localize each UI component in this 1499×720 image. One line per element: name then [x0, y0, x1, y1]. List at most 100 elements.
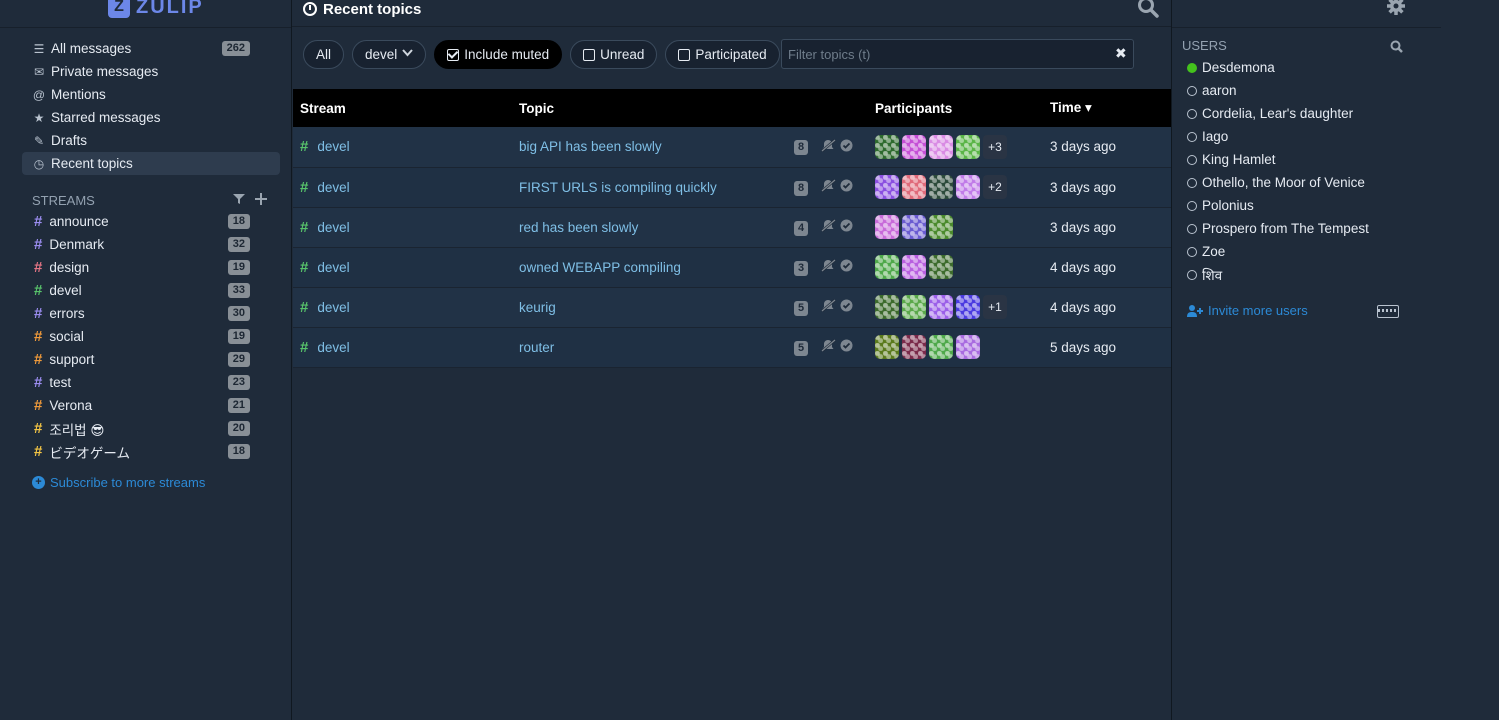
stream-link[interactable]: devel — [317, 260, 349, 275]
user-list-item[interactable]: aaron — [1187, 79, 1369, 102]
nav-item-drafts[interactable]: ✎ Drafts — [22, 129, 280, 152]
mute-topic-icon[interactable] — [821, 179, 836, 195]
stream-item[interactable]: # announce 18 — [22, 210, 280, 233]
user-list-item[interactable]: Iago — [1187, 125, 1369, 148]
participant-avatar[interactable] — [929, 215, 953, 239]
stream-item[interactable]: # devel 33 — [22, 279, 280, 302]
column-time[interactable]: Time ▾ — [1043, 89, 1171, 127]
participant-avatar[interactable] — [875, 255, 899, 279]
topic-link[interactable]: router — [512, 327, 787, 367]
user-list-item[interactable]: Othello, the Moor of Venice — [1187, 171, 1369, 194]
stream-cell[interactable]: # devel — [293, 287, 512, 327]
mark-read-icon[interactable] — [840, 179, 853, 195]
stream-item[interactable]: # design 19 — [22, 256, 280, 279]
mute-topic-icon[interactable] — [821, 299, 836, 315]
subscribe-more-streams-link[interactable]: + Subscribe to more streams — [32, 475, 205, 490]
user-search-icon[interactable] — [1390, 40, 1403, 53]
participant-avatar[interactable] — [902, 335, 926, 359]
participant-avatar[interactable] — [902, 215, 926, 239]
participant-avatar[interactable] — [956, 134, 980, 159]
gear-icon[interactable] — [1386, 0, 1406, 16]
nav-item-mentions[interactable]: @ Mentions — [22, 83, 280, 106]
stream-item[interactable]: # test 23 — [22, 371, 280, 394]
topic-link[interactable]: keurig — [512, 287, 787, 327]
nav-item-starred-messages[interactable]: ★ Starred messages — [22, 106, 280, 129]
user-list-item[interactable]: Polonius — [1187, 194, 1369, 217]
user-list-item[interactable]: शिव — [1187, 263, 1369, 286]
topic-link[interactable]: owned WEBAPP compiling — [512, 247, 787, 287]
stream-item[interactable]: # ビデオゲーム 18 — [22, 440, 280, 463]
stream-item[interactable]: # Verona 21 — [22, 394, 280, 417]
stream-cell[interactable]: # devel — [293, 327, 512, 367]
stream-link[interactable]: devel — [317, 300, 349, 315]
participant-avatar[interactable] — [956, 335, 980, 359]
clear-filter-icon[interactable]: ✖ — [1115, 45, 1127, 62]
stream-link[interactable]: devel — [317, 340, 349, 355]
stream-item[interactable]: # Denmark 32 — [22, 233, 280, 256]
stream-item[interactable]: # social 19 — [22, 325, 280, 348]
unread-toggle[interactable]: Unread — [570, 40, 658, 69]
stream-item[interactable]: # 조리법 😎 20 — [22, 417, 280, 440]
stream-filter-dropdown[interactable]: devel — [352, 40, 427, 69]
user-list-item[interactable]: Zoe — [1187, 240, 1369, 263]
participant-avatar[interactable] — [902, 134, 926, 159]
add-stream-icon[interactable] — [255, 192, 267, 208]
nav-item-all-messages[interactable]: ☰ All messages 262 — [22, 37, 280, 60]
participant-avatar[interactable] — [875, 295, 899, 319]
nav-item-recent-topics[interactable]: ◷ Recent topics — [22, 152, 280, 175]
participant-avatar[interactable] — [956, 295, 980, 319]
mute-topic-icon[interactable] — [821, 259, 836, 275]
participant-avatar[interactable] — [929, 335, 953, 359]
stream-item[interactable]: # errors 30 — [22, 302, 280, 325]
mark-read-icon[interactable] — [840, 299, 853, 315]
more-participants-badge[interactable]: +1 — [983, 295, 1007, 319]
topic-link[interactable]: big API has been slowly — [512, 127, 787, 167]
filter-all-button[interactable]: All — [303, 40, 345, 69]
filter-streams-icon[interactable] — [233, 193, 245, 208]
participant-avatar[interactable] — [902, 295, 926, 319]
participant-avatar[interactable] — [875, 134, 899, 159]
column-stream[interactable]: Stream — [293, 89, 512, 127]
participant-avatar[interactable] — [929, 134, 953, 159]
more-participants-badge[interactable]: +3 — [983, 134, 1007, 159]
mute-topic-icon[interactable] — [821, 138, 836, 155]
invite-users-link[interactable]: Invite more users — [1187, 303, 1308, 318]
participant-avatar[interactable] — [929, 295, 953, 319]
mark-read-icon[interactable] — [840, 339, 853, 355]
search-icon[interactable] — [1137, 0, 1159, 18]
topic-link[interactable]: red has been slowly — [512, 207, 787, 247]
user-list-item[interactable]: Desdemona — [1187, 56, 1369, 79]
participant-avatar[interactable] — [875, 175, 899, 199]
mark-read-icon[interactable] — [840, 219, 853, 235]
stream-cell[interactable]: # devel — [293, 127, 512, 167]
participant-avatar[interactable] — [929, 175, 953, 199]
participant-avatar[interactable] — [929, 255, 953, 279]
stream-cell[interactable]: # devel — [293, 167, 512, 207]
mark-read-icon[interactable] — [840, 259, 853, 275]
mute-topic-icon[interactable] — [821, 339, 836, 355]
more-participants-badge[interactable]: +2 — [983, 175, 1007, 199]
participant-avatar[interactable] — [902, 175, 926, 199]
keyboard-icon[interactable] — [1377, 305, 1399, 318]
stream-link[interactable]: devel — [317, 180, 349, 195]
topic-link[interactable]: FIRST URLS is compiling quickly — [512, 167, 787, 207]
column-topic[interactable]: Topic — [512, 89, 787, 127]
stream-cell[interactable]: # devel — [293, 247, 512, 287]
participant-avatar[interactable] — [875, 215, 899, 239]
stream-item[interactable]: # support 29 — [22, 348, 280, 371]
include-muted-toggle[interactable]: Include muted — [434, 40, 563, 69]
stream-cell[interactable]: # devel — [293, 207, 512, 247]
participant-avatar[interactable] — [875, 335, 899, 359]
filter-topics-input[interactable] — [781, 39, 1134, 69]
participant-avatar[interactable] — [902, 255, 926, 279]
user-list-item[interactable]: Cordelia, Lear's daughter — [1187, 102, 1369, 125]
stream-link[interactable]: devel — [317, 139, 349, 154]
user-list-item[interactable]: Prospero from The Tempest — [1187, 217, 1369, 240]
user-list-item[interactable]: King Hamlet — [1187, 148, 1369, 171]
zulip-logo[interactable]: Z ZULIP — [108, 0, 204, 20]
mute-topic-icon[interactable] — [821, 219, 836, 235]
participated-toggle[interactable]: Participated — [665, 40, 780, 69]
stream-link[interactable]: devel — [317, 220, 349, 235]
nav-item-private-messages[interactable]: ✉ Private messages — [22, 60, 280, 83]
mark-read-icon[interactable] — [840, 139, 853, 155]
